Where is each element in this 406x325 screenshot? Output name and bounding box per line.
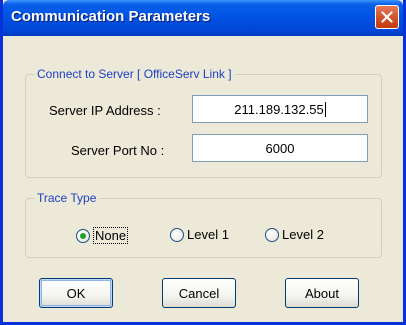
server-ip-input[interactable]: 211.189.132.55 <box>192 95 368 123</box>
close-button[interactable] <box>375 5 399 29</box>
server-port-label: Server Port No : <box>71 143 165 158</box>
radio-trace-level2[interactable]: Level 2 <box>265 227 324 242</box>
trace-type-label: Trace Type <box>34 191 100 205</box>
server-group: Connect to Server [ OfficeServ Link ] <box>25 67 382 178</box>
server-ip-value: 211.189.132.55 <box>234 101 324 117</box>
radio-label-level2: Level 2 <box>282 227 324 242</box>
close-x-icon <box>381 11 393 23</box>
text-caret <box>324 101 326 117</box>
title-bar[interactable]: Communication Parameters <box>3 0 403 36</box>
server-port-value: 6000 <box>265 140 295 156</box>
radio-label-level1: Level 1 <box>187 227 229 242</box>
radio-selected-dot <box>80 232 86 239</box>
radio-trace-none[interactable]: None <box>76 227 129 244</box>
radio-button-icon <box>76 228 90 243</box>
window-title: Communication Parameters <box>11 8 211 25</box>
radio-label-none: None <box>93 227 129 244</box>
cancel-button[interactable]: Cancel <box>162 278 236 308</box>
radio-button-icon <box>265 227 279 242</box>
dialog-window: Communication Parameters Connect to Serv… <box>0 0 406 325</box>
server-port-input[interactable]: 6000 <box>192 134 368 162</box>
radio-button-icon <box>170 227 184 242</box>
radio-trace-level1[interactable]: Level 1 <box>170 227 229 242</box>
server-ip-label: Server IP Address : <box>49 103 161 118</box>
about-button[interactable]: About <box>285 278 359 308</box>
ok-button[interactable]: OK <box>39 278 113 308</box>
server-group-label: Connect to Server [ OfficeServ Link ] <box>34 67 235 81</box>
